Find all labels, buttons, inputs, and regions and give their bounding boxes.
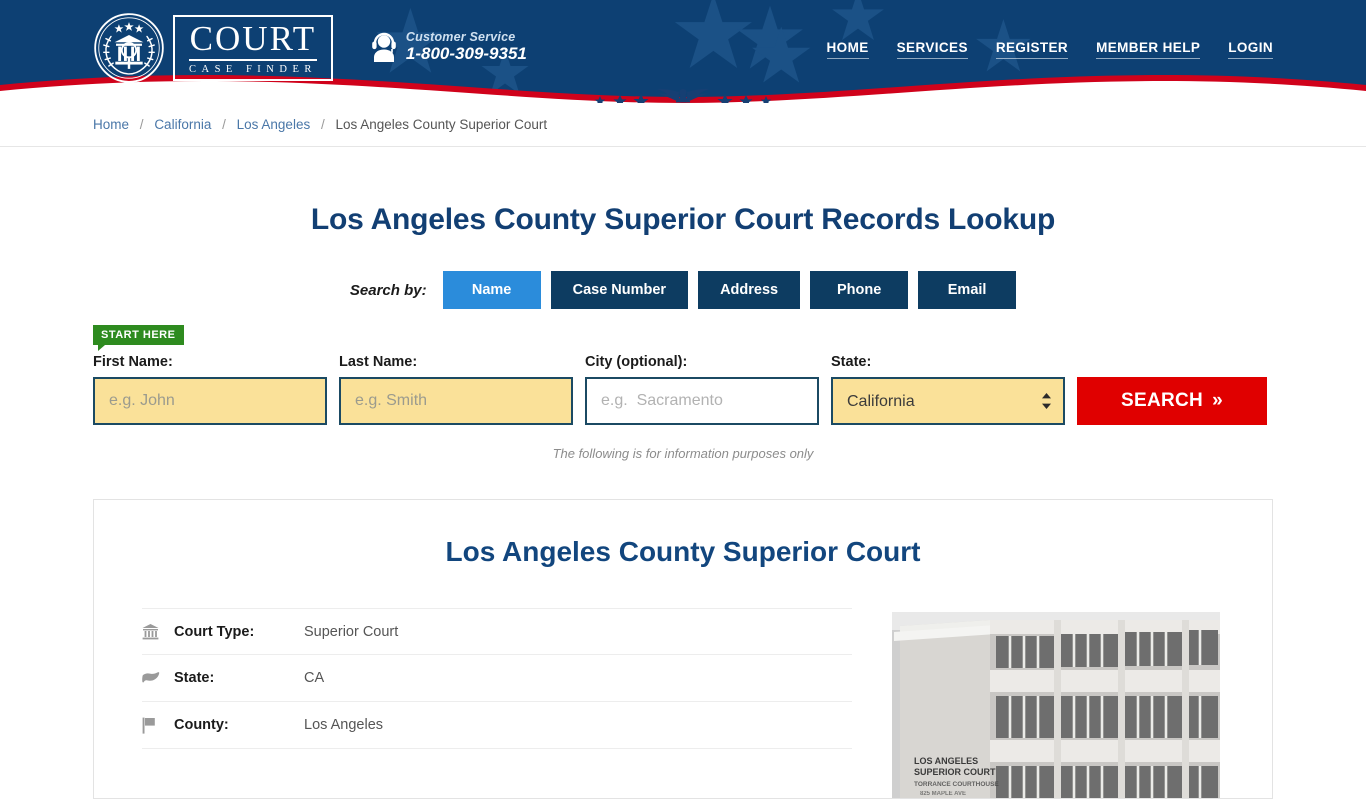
start-here-row: START HERE <box>93 325 1273 351</box>
first-name-input[interactable] <box>93 377 327 425</box>
site-header: COURT CASE FINDER Customer Service 1-800… <box>0 0 1366 103</box>
tab-address[interactable]: Address <box>698 271 801 309</box>
main-content: Los Angeles County Superior Court Record… <box>93 203 1273 799</box>
state-row-label: State: <box>174 670 215 686</box>
state-row-value: CA <box>304 670 325 686</box>
svg-text:TORRANCE COURTHOUSE: TORRANCE COURTHOUSE <box>914 781 999 788</box>
first-name-group: First Name: <box>93 354 327 425</box>
site-logo[interactable]: COURT CASE FINDER <box>93 12 333 84</box>
city-label: City (optional): <box>585 354 688 370</box>
tab-case-number[interactable]: Case Number <box>550 271 689 309</box>
customer-service-block: Customer Service 1-800-309-9351 <box>371 30 527 64</box>
search-button[interactable]: SEARCH » <box>1077 377 1267 425</box>
breadcrumb-separator: / <box>320 117 325 132</box>
tab-phone[interactable]: Phone <box>810 271 909 309</box>
breadcrumb-item-california[interactable]: California <box>154 117 211 132</box>
breadcrumb-item-current: Los Angeles County Superior Court <box>335 117 548 132</box>
table-row: Court Type: Superior Court <box>142 608 852 655</box>
logo-wordmark: COURT CASE FINDER <box>173 15 333 81</box>
court-seal-icon <box>94 13 164 83</box>
double-chevron-right-icon: » <box>1212 390 1223 411</box>
search-button-label: SEARCH <box>1121 390 1204 411</box>
table-row: County: Los Angeles <box>142 702 852 749</box>
svg-text:825 MAPLE AVE: 825 MAPLE AVE <box>920 791 966 797</box>
tab-email[interactable]: Email <box>918 271 1017 309</box>
breadcrumb-bar: Home / California / Los Angeles / Los An… <box>0 103 1366 147</box>
courthouse-photo-column: LOS ANGELES SUPERIOR COURT TORRANCE COUR… <box>892 608 1220 798</box>
city-group: City (optional): <box>585 354 819 425</box>
nav-item-login[interactable]: LOGIN <box>1228 40 1273 59</box>
last-name-group: Last Name: <box>339 354 573 425</box>
breadcrumb-item-los-angeles[interactable]: Los Angeles <box>237 117 311 132</box>
photo-sign-line2: SUPERIOR COURT <box>914 767 996 777</box>
headset-support-icon <box>372 32 396 62</box>
customer-service-label: Customer Service <box>405 30 516 44</box>
start-here-badge: START HERE <box>93 325 185 351</box>
logo-text-casefinder: CASE FINDER <box>189 64 317 75</box>
table-row: State: CA <box>142 655 852 702</box>
court-type-label: Court Type: <box>174 623 255 640</box>
county-value: Los Angeles <box>304 717 384 733</box>
search-by-tabs: Search by: Name Case Number Address Phon… <box>93 271 1273 309</box>
photo-sign-line1: LOS ANGELES <box>914 756 978 766</box>
main-nav: HOME SERVICES REGISTER MEMBER HELP LOGIN <box>826 40 1273 59</box>
breadcrumb: Home / California / Los Angeles / Los An… <box>93 117 1273 132</box>
nav-item-services[interactable]: SERVICES <box>896 40 968 59</box>
first-name-label: First Name: <box>93 354 173 370</box>
last-name-input[interactable] <box>339 377 573 425</box>
search-by-label: Search by: <box>349 281 427 299</box>
last-name-label: Last Name: <box>339 354 418 370</box>
page-title: Los Angeles County Superior Court Record… <box>310 203 1056 236</box>
state-label: State: <box>831 354 872 370</box>
courthouse-photo: LOS ANGELES SUPERIOR COURT TORRANCE COUR… <box>892 612 1220 798</box>
customer-service-phone[interactable]: 1-800-309-9351 <box>406 44 527 64</box>
disclaimer-text: The following is for information purpose… <box>552 446 814 461</box>
us-map-icon <box>142 671 174 685</box>
city-input[interactable] <box>585 377 819 425</box>
bank-icon <box>142 623 174 640</box>
breadcrumb-item-home[interactable]: Home <box>93 117 129 132</box>
breadcrumb-separator: / <box>139 117 144 132</box>
flag-icon <box>142 717 174 734</box>
state-select-wrap: California <box>831 377 1065 425</box>
tab-name[interactable]: Name <box>442 271 541 309</box>
state-select[interactable]: California <box>831 377 1065 425</box>
nav-item-member-help[interactable]: MEMBER HELP <box>1096 40 1201 59</box>
county-label: County: <box>174 717 229 733</box>
state-group: State: California <box>831 354 1065 425</box>
court-info-body: Court Type: Superior Court State: CA Cou… <box>142 608 1224 798</box>
search-form: First Name: Last Name: City (optional): … <box>93 354 1273 425</box>
logo-text-court: COURT <box>189 20 317 61</box>
court-type-value: Superior Court <box>304 623 399 640</box>
court-name-title: Los Angeles County Superior Court <box>445 536 921 567</box>
nav-item-home[interactable]: HOME <box>826 40 869 59</box>
court-info-card: Los Angeles County Superior Court Court … <box>93 499 1273 799</box>
court-details-list: Court Type: Superior Court State: CA Cou… <box>142 608 852 798</box>
breadcrumb-separator: / <box>222 117 226 132</box>
nav-item-register[interactable]: REGISTER <box>995 40 1069 59</box>
